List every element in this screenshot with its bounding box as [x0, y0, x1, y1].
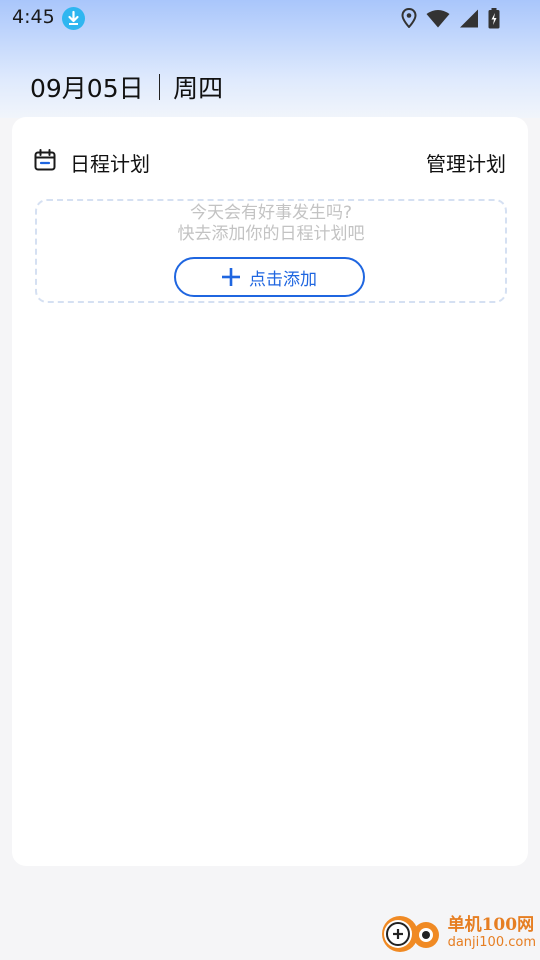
empty-hint-line2: 快去添加你的日程计划吧 — [177, 224, 365, 244]
add-plan-button[interactable]: 点击添加 — [174, 257, 365, 297]
watermark-text: 单机100网 danji100.com — [448, 916, 536, 952]
plus-icon — [222, 268, 249, 286]
cellular-icon — [459, 9, 479, 28]
empty-schedule-box: 今天会有好事发生吗? 快去添加你的日程计划吧 点击添加 — [35, 199, 507, 303]
download-icon — [62, 7, 85, 30]
weekday-text: 周四 — [173, 74, 224, 103]
watermark-line2: danji100.com — [447, 935, 536, 950]
wifi-icon — [426, 9, 450, 28]
watermark-line1: 单机100网 — [447, 915, 535, 935]
status-time: 4:45 — [12, 6, 55, 28]
battery-icon — [488, 7, 500, 29]
schedule-card: 日程计划 管理计划 今天会有好事发生吗? 快去添加你的日程计划吧 点击添加 — [12, 117, 528, 866]
date-header: 09月05日 周四 — [30, 70, 223, 104]
watermark: 单机100网 danji100.com — [380, 910, 536, 958]
status-bar: 4:45 — [0, 0, 540, 36]
date-text: 09月05日 — [30, 74, 144, 103]
calendar-icon — [34, 149, 56, 175]
status-icons — [401, 7, 500, 29]
manage-plan-button[interactable]: 管理计划 — [426, 148, 506, 177]
schedule-header: 日程计划 管理计划 — [34, 147, 506, 177]
location-icon — [401, 8, 417, 28]
empty-hint-line1: 今天会有好事发生吗? — [189, 203, 353, 223]
site-logo-icon — [380, 910, 444, 958]
date-divider — [158, 74, 161, 100]
add-plan-label: 点击添加 — [249, 269, 317, 290]
schedule-title-group: 日程计划 — [34, 148, 150, 177]
schedule-title: 日程计划 — [70, 151, 150, 176]
